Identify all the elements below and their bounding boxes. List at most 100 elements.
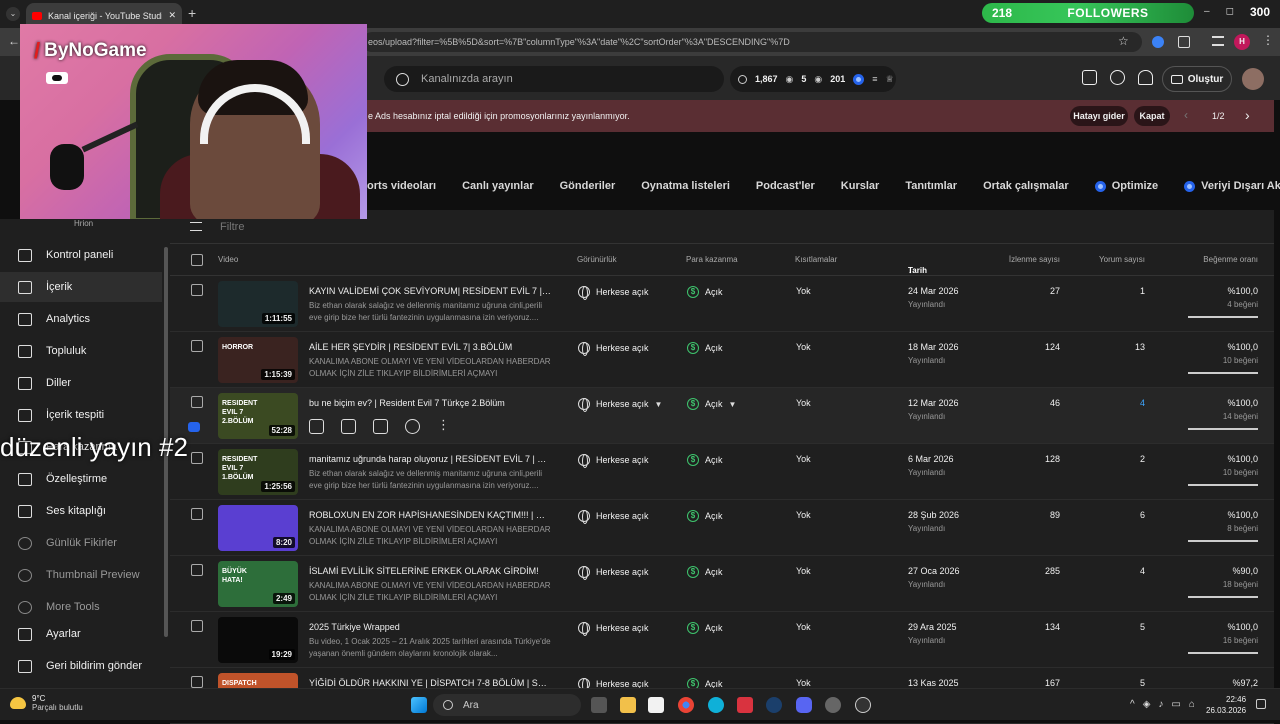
analytics-icon[interactable] (341, 419, 356, 434)
filter-icon[interactable] (190, 222, 202, 231)
sidebar-item-customization[interactable]: Özelleştirme (0, 464, 162, 494)
sidebar-item-thumbnail-preview[interactable]: Thumbnail Preview (0, 560, 162, 590)
new-tab-button[interactable]: + (188, 5, 196, 21)
table-row[interactable]: RESIDENT EVIL 7 1.BÖLÜM 1:25:56 manitamız … (170, 444, 1274, 500)
table-row[interactable]: RESIDENT EVIL 7 2.BÖLÜM 52:28 bu ne biçim … (170, 388, 1274, 444)
file-explorer-icon[interactable] (620, 697, 636, 713)
video-thumbnail[interactable]: RESIDENT EVIL 7 1.BÖLÜM 1:25:56 (218, 449, 298, 495)
obs-icon[interactable] (855, 697, 871, 713)
video-thumbnail[interactable]: HORROR 1:15:39 (218, 337, 298, 383)
taskbar-search[interactable]: Ara (433, 694, 581, 716)
app-icon-w[interactable] (737, 697, 753, 713)
extension-badge-icon[interactable] (188, 422, 200, 432)
extension-icon[interactable] (1152, 36, 1164, 48)
table-row[interactable]: BÜYÜK HATA! 2:49 İSLAMİ EVLİLİK SİTELERİNE… (170, 556, 1274, 612)
create-button[interactable]: Oluştur (1162, 66, 1232, 92)
column-monetization[interactable]: Para kazanma (686, 255, 738, 264)
bookmark-star-icon[interactable]: ☆ (1118, 34, 1129, 48)
row-checkbox[interactable] (191, 620, 203, 632)
table-row[interactable]: 8:20 ROBLOXUN EN ZOR HAPİSHANESİNDEN KAÇT… (170, 500, 1274, 556)
tab-optimize[interactable]: Optimize (1094, 180, 1158, 192)
column-likes[interactable]: Beğenme oranı (1203, 255, 1258, 264)
video-thumbnail[interactable]: 8:20 (218, 505, 298, 551)
weather-widget[interactable]: 9°C Parçalı bulutlu (10, 694, 83, 712)
tab-playlists[interactable]: Oynatma listeleri (641, 180, 730, 192)
video-thumbnail[interactable]: 1:11:55 (218, 281, 298, 327)
select-all-checkbox[interactable] (191, 254, 203, 266)
tab-live[interactable]: Canlı yayınlar (462, 180, 534, 192)
app-icon-grid[interactable] (825, 697, 841, 713)
edit-icon[interactable] (309, 419, 324, 434)
row-checkbox[interactable] (191, 284, 203, 296)
sidebar-item-daily-ideas[interactable]: Günlük Fikirler (0, 528, 162, 558)
fix-error-button[interactable]: Hatayı gider (1070, 106, 1128, 126)
column-comments[interactable]: Yorum sayısı (1099, 255, 1145, 264)
row-checkbox[interactable] (191, 676, 203, 688)
video-thumbnail[interactable]: 19:29 (218, 617, 298, 663)
column-restrictions[interactable]: Kısıtlamalar (795, 255, 837, 264)
tray-icons[interactable]: ^◈♪▭⌂ (1130, 699, 1203, 710)
bell-icon[interactable] (1138, 70, 1153, 85)
tab-podcasts[interactable]: Podcast'ler (756, 180, 815, 192)
row-checkbox[interactable] (191, 340, 203, 352)
row-checkbox[interactable] (191, 508, 203, 520)
realtime-stats[interactable]: 1,867 ◉ 5 ◉ 201 ≡ ♕ (730, 66, 896, 92)
menu-kebab-icon[interactable]: ⋮ (1262, 33, 1274, 47)
account-avatar[interactable] (1242, 68, 1264, 90)
playlist-icon[interactable] (1212, 36, 1224, 46)
sidebar-item-audio-library[interactable]: Ses kitaplığı (0, 496, 162, 526)
more-options-icon[interactable]: ⋮ (437, 418, 450, 434)
video-title[interactable]: YİĞİDİ ÖLDÜR HAKKINI YE | DİSPATCH 7-8 B… (309, 678, 551, 688)
sidebar-item-feedback[interactable]: Geri bildirim gönder (0, 651, 162, 681)
row-checkbox[interactable] (191, 564, 203, 576)
video-thumbnail[interactable]: BÜYÜK HATA! 2:49 (218, 561, 298, 607)
monetization-cell[interactable]: $ Açık ▼ (687, 398, 736, 410)
sidebar-item-settings[interactable]: Ayarlar (0, 619, 162, 649)
next-page-icon[interactable]: › (1245, 107, 1250, 123)
url-field[interactable]: eos/upload?filter=%5B%5D&sort=%7B"column… (362, 32, 1142, 52)
task-view-icon[interactable] (591, 697, 607, 713)
close-tab-icon[interactable]: ✕ (168, 10, 176, 21)
monetization-icon[interactable] (405, 419, 420, 434)
sidebar-item-community[interactable]: Topluluk (0, 336, 162, 366)
channel-search[interactable]: Kanalınızda arayın (384, 66, 724, 92)
comments-icon[interactable] (373, 419, 388, 434)
video-title[interactable]: AİLE HER ŞEYDİR | RESİDENT EVİL 7| 3.BÖL… (309, 342, 551, 352)
sidebar-item-languages[interactable]: Diller (0, 368, 162, 398)
comments-value[interactable]: 4 (1140, 398, 1145, 408)
tab-collaborations[interactable]: Ortak çalışmalar (983, 180, 1069, 192)
tab-list-button[interactable]: ⌄ (6, 7, 20, 21)
close-banner-button[interactable]: Kapat (1134, 106, 1170, 126)
sidebar-item-dashboard[interactable]: Kontrol paneli (0, 240, 162, 270)
tab-promotions[interactable]: Tanıtımlar (905, 180, 957, 192)
table-row[interactable]: 1:11:55 KAYIN VALİDEMİ ÇOK SEVİYORUM| RES… (170, 276, 1274, 332)
comments-icon[interactable] (1082, 70, 1097, 85)
row-checkbox[interactable] (191, 396, 203, 408)
column-views[interactable]: İzlenme sayısı (1009, 255, 1060, 264)
video-title[interactable]: ROBLOXUN EN ZOR HAPİSHANESİNDEN KAÇTIM!!… (309, 510, 551, 520)
back-button[interactable]: ← (8, 34, 20, 48)
prev-page-icon[interactable]: ‹ (1184, 108, 1188, 122)
clock[interactable]: 22:46 26.03.2026 (1206, 694, 1246, 716)
video-title[interactable]: manitamız uğrunda harap oluyoruz | RESİD… (309, 454, 551, 464)
video-title[interactable]: KAYIN VALİDEMİ ÇOK SEVİYORUM| RESİDENT E… (309, 286, 551, 296)
discord-icon[interactable] (796, 697, 812, 713)
sidebar-item-content-detection[interactable]: İçerik tespiti (0, 400, 162, 430)
tab-posts[interactable]: Gönderiler (560, 180, 616, 192)
tab-courses[interactable]: Kurslar (841, 180, 880, 192)
filter-input[interactable]: Filtre (220, 221, 244, 233)
table-row[interactable]: HORROR 1:15:39 AİLE HER ŞEYDİR | RESİDENT … (170, 332, 1274, 388)
video-title[interactable]: bu ne biçim ev? | Resident Evil 7 Türkçe… (309, 398, 551, 408)
profile-avatar[interactable]: H (1234, 34, 1250, 50)
visibility-cell[interactable]: Herkese açık ▼ (578, 398, 663, 412)
tab-export-data[interactable]: Veriyi Dışarı Aktarın (1184, 180, 1280, 192)
restore-icon[interactable]: ◻ (1226, 6, 1234, 17)
sidebar-item-more-tools[interactable]: More Tools (0, 592, 162, 622)
notification-icon[interactable] (1256, 699, 1266, 709)
table-row[interactable]: 19:29 2025 Türkiye Wrapped Bu video, 1 Oca… (170, 612, 1274, 668)
row-checkbox[interactable] (191, 452, 203, 464)
video-thumbnail[interactable]: RESIDENT EVIL 7 2.BÖLÜM 52:28 (218, 393, 298, 439)
store-icon[interactable] (648, 697, 664, 713)
chevron-down-icon[interactable]: ▼ (655, 400, 663, 409)
start-icon[interactable] (411, 697, 427, 713)
